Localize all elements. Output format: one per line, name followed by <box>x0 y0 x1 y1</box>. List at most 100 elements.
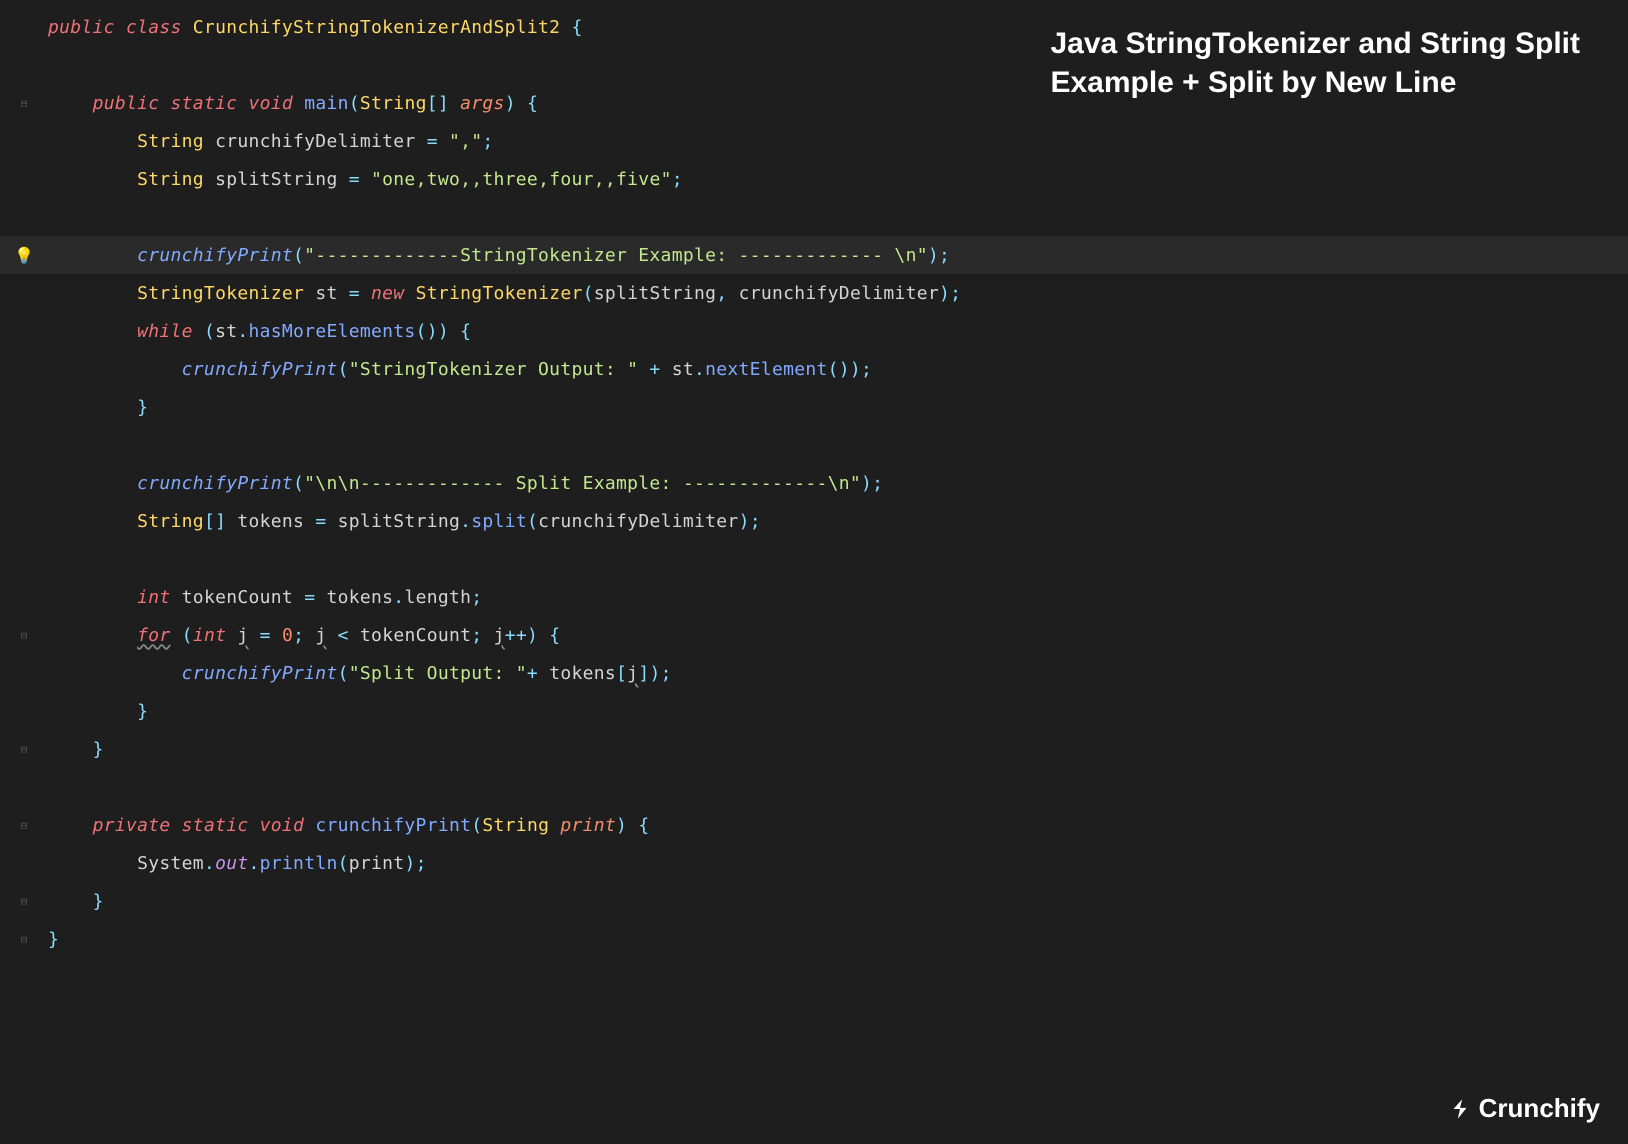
code-token: ; <box>293 625 315 646</box>
code-token: , <box>716 283 738 304</box>
code-line[interactable]: int tokenCount = tokens.length; <box>0 578 1628 616</box>
code-line[interactable]: crunchifyPrint("Split Output: "+ tokens[… <box>0 654 1628 692</box>
code-line[interactable]: System.out.println(print); <box>0 844 1628 882</box>
gutter[interactable]: ⊟ <box>0 743 48 756</box>
code-content[interactable]: crunchifyPrint("\n\n------------- Split … <box>48 473 1628 494</box>
code-token: < <box>327 625 360 646</box>
code-content[interactable]: } <box>48 891 1628 912</box>
code-token: splitString <box>594 283 717 304</box>
code-token: ; <box>471 587 482 608</box>
lightbulb-icon[interactable]: 💡 <box>14 246 34 265</box>
gutter[interactable]: ⊟ <box>0 819 48 832</box>
fold-icon[interactable]: ⊟ <box>21 97 28 110</box>
code-line[interactable]: while (st.hasMoreElements()) { <box>0 312 1628 350</box>
code-token: CrunchifyStringTokenizerAndSplit2 <box>193 17 572 38</box>
code-content[interactable] <box>48 549 1628 570</box>
code-token: crunchifyDelimiter <box>215 131 427 152</box>
code-line[interactable] <box>0 768 1628 806</box>
code-token: for <box>137 625 170 646</box>
brand-logo-icon <box>1447 1096 1473 1122</box>
code-token: ( <box>171 625 193 646</box>
code-token: ) { <box>505 93 538 114</box>
fold-icon[interactable]: ⊟ <box>21 743 28 756</box>
code-content[interactable]: String crunchifyDelimiter = ","; <box>48 131 1628 152</box>
code-content[interactable]: } <box>48 929 1628 950</box>
fold-icon[interactable]: ⊟ <box>21 819 28 832</box>
code-token: + <box>527 663 549 684</box>
code-content[interactable]: crunchifyPrint("-------------StringToken… <box>48 245 1628 266</box>
code-content[interactable]: String[] tokens = splitString.split(crun… <box>48 511 1628 532</box>
code-token: + <box>638 359 671 380</box>
code-token: . <box>204 853 215 874</box>
code-token: = <box>249 625 282 646</box>
code-token: ); <box>739 511 761 532</box>
code-token: ( <box>338 359 349 380</box>
code-token: String <box>360 93 427 114</box>
code-token: args <box>460 93 505 114</box>
code-content[interactable]: } <box>48 397 1628 418</box>
code-content[interactable]: } <box>48 739 1628 760</box>
code-content[interactable]: crunchifyPrint("Split Output: "+ tokens[… <box>48 663 1628 684</box>
code-token: crunchifyPrint <box>137 473 293 494</box>
code-token: ++) { <box>505 625 561 646</box>
fold-icon[interactable]: ⊟ <box>21 895 28 908</box>
code-line[interactable] <box>0 426 1628 464</box>
code-line[interactable]: StringTokenizer st = new StringTokenizer… <box>0 274 1628 312</box>
code-token: public <box>93 93 171 114</box>
gutter[interactable]: ⊟ <box>0 933 48 946</box>
code-line[interactable]: crunchifyPrint("\n\n------------- Split … <box>0 464 1628 502</box>
code-token: [] <box>427 93 460 114</box>
fold-icon[interactable]: ⊟ <box>21 933 28 946</box>
code-line[interactable]: String[] tokens = splitString.split(crun… <box>0 502 1628 540</box>
code-content[interactable] <box>48 777 1628 798</box>
code-content[interactable]: String splitString = "one,two,,three,fou… <box>48 169 1628 190</box>
code-token: while <box>137 321 204 342</box>
code-token: crunchifyPrint <box>137 245 293 266</box>
code-line[interactable]: ⊟ for (int j = 0; j < tokenCount; j++) { <box>0 616 1628 654</box>
code-token: = <box>427 131 449 152</box>
code-line[interactable]: } <box>0 388 1628 426</box>
code-token: ()) { <box>416 321 472 342</box>
gutter[interactable]: ⊟ <box>0 629 48 642</box>
code-content[interactable]: private static void crunchifyPrint(Strin… <box>48 815 1628 836</box>
code-line[interactable] <box>0 198 1628 236</box>
code-token: System <box>137 853 204 874</box>
code-token: ); <box>404 853 426 874</box>
code-line[interactable]: crunchifyPrint("StringTokenizer Output: … <box>0 350 1628 388</box>
code-content[interactable]: } <box>48 701 1628 722</box>
code-line[interactable]: ⊟ } <box>0 882 1628 920</box>
code-line[interactable]: 💡 crunchifyPrint("-------------StringTok… <box>0 236 1628 274</box>
code-content[interactable]: int tokenCount = tokens.length; <box>48 587 1628 608</box>
code-line[interactable] <box>0 540 1628 578</box>
code-editor[interactable]: public class CrunchifyStringTokenizerAnd… <box>0 0 1628 958</box>
code-token: ); <box>861 473 883 494</box>
code-line[interactable]: ⊟ } <box>0 730 1628 768</box>
code-token: . <box>393 587 404 608</box>
code-token: length <box>404 587 471 608</box>
code-line[interactable]: ⊟ private static void crunchifyPrint(Str… <box>0 806 1628 844</box>
code-content[interactable]: System.out.println(print); <box>48 853 1628 874</box>
code-token: { <box>571 17 582 38</box>
code-content[interactable]: crunchifyPrint("StringTokenizer Output: … <box>48 359 1628 380</box>
overlay-title: Java StringTokenizer and String Split Ex… <box>1050 24 1580 102</box>
code-token: ); <box>928 245 950 266</box>
code-token: ]); <box>638 663 671 684</box>
gutter[interactable]: ⊟ <box>0 97 48 110</box>
gutter[interactable]: 💡 <box>0 246 48 265</box>
code-line[interactable]: ⊟} <box>0 920 1628 958</box>
gutter[interactable]: ⊟ <box>0 895 48 908</box>
code-line[interactable]: String crunchifyDelimiter = ","; <box>0 122 1628 160</box>
code-token: ( <box>583 283 594 304</box>
code-line[interactable]: } <box>0 692 1628 730</box>
code-line[interactable]: String splitString = "one,two,,three,fou… <box>0 160 1628 198</box>
code-token: ()); <box>828 359 873 380</box>
code-content[interactable] <box>48 435 1628 456</box>
code-content[interactable] <box>48 207 1628 228</box>
fold-icon[interactable]: ⊟ <box>21 629 28 642</box>
code-token: = <box>315 511 337 532</box>
code-content[interactable]: while (st.hasMoreElements()) { <box>48 321 1628 342</box>
code-token: StringTokenizer <box>137 283 315 304</box>
code-content[interactable]: for (int j = 0; j < tokenCount; j++) { <box>48 625 1628 646</box>
code-content[interactable]: StringTokenizer st = new StringTokenizer… <box>48 283 1628 304</box>
code-token: crunchifyDelimiter <box>739 283 939 304</box>
